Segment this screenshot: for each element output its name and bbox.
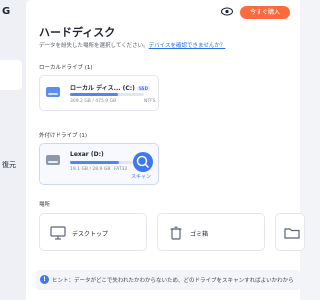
scan-button[interactable]	[133, 152, 153, 172]
main-panel: 今すぐ購入 ハードディスク データを紛失した場所を選択してください。デバイスを確…	[26, 0, 305, 300]
buy-now-button[interactable]: 今すぐ購入	[240, 6, 290, 19]
page-title: ハードディスク	[39, 26, 116, 39]
drive-size: 19.1 GB / 28.9 GB	[70, 167, 111, 172]
folder-icon	[284, 228, 300, 239]
monitor-icon	[50, 226, 66, 240]
location-label: ゴミ箱	[190, 231, 209, 238]
eye-icon[interactable]	[221, 7, 233, 16]
hint-bar: ! ヒント：データがどこで失われたかわからないため、どのドライブをスキャンすれば…	[36, 270, 300, 290]
page-subtitle: データを紛失した場所を選択してください。デバイスを確認できませんか？	[39, 43, 226, 49]
drive-name: ローカル ディス... (C:) SSD	[70, 85, 150, 92]
trash-icon	[170, 226, 182, 240]
usb-drive-icon	[46, 155, 60, 165]
location-recycle-bin[interactable]: ゴミ箱	[157, 213, 265, 251]
drive-filesystem: FAT32	[114, 167, 128, 172]
hint-text: ヒント：データがどこで失われたかわからないため、どのドライブをスキャンすればよい…	[52, 278, 294, 284]
scan-icon	[136, 155, 150, 169]
external-drive-card[interactable]: Lexar (D:) 19.1 GB / 28.9 GB FAT32 スキャン	[39, 143, 159, 185]
location-label: デスクトップ	[72, 231, 109, 238]
local-drives-header: ローカルドライブ (1)	[39, 65, 93, 71]
info-icon: !	[40, 275, 49, 284]
drive-usage-bar	[70, 93, 144, 96]
app-logo: G	[2, 6, 11, 17]
drive-size: 309.2 GB / 475.9 GB	[70, 99, 117, 104]
drive-filesystem: NTFS	[144, 99, 156, 104]
sidebar-item-selected[interactable]	[0, 60, 22, 90]
hard-drive-icon	[46, 87, 60, 97]
sidebar-item-recovery[interactable]: 復元	[2, 160, 16, 170]
scan-label[interactable]: スキャン	[131, 173, 151, 180]
drive-name: Lexar (D:)	[70, 151, 104, 158]
locations-header: 場所	[39, 202, 51, 208]
ssd-badge: SSD	[136, 86, 150, 91]
local-drive-card[interactable]: ローカル ディス... (C:) SSD 309.2 GB / 475.9 GB…	[39, 75, 159, 111]
device-help-link[interactable]: デバイスを確認できませんか？	[149, 43, 226, 49]
external-drives-header: 外付けドライブ (1)	[39, 133, 88, 139]
location-desktop[interactable]: デスクトップ	[39, 213, 147, 251]
sidebar: G 復元	[0, 0, 26, 300]
location-folder[interactable]	[275, 213, 305, 251]
